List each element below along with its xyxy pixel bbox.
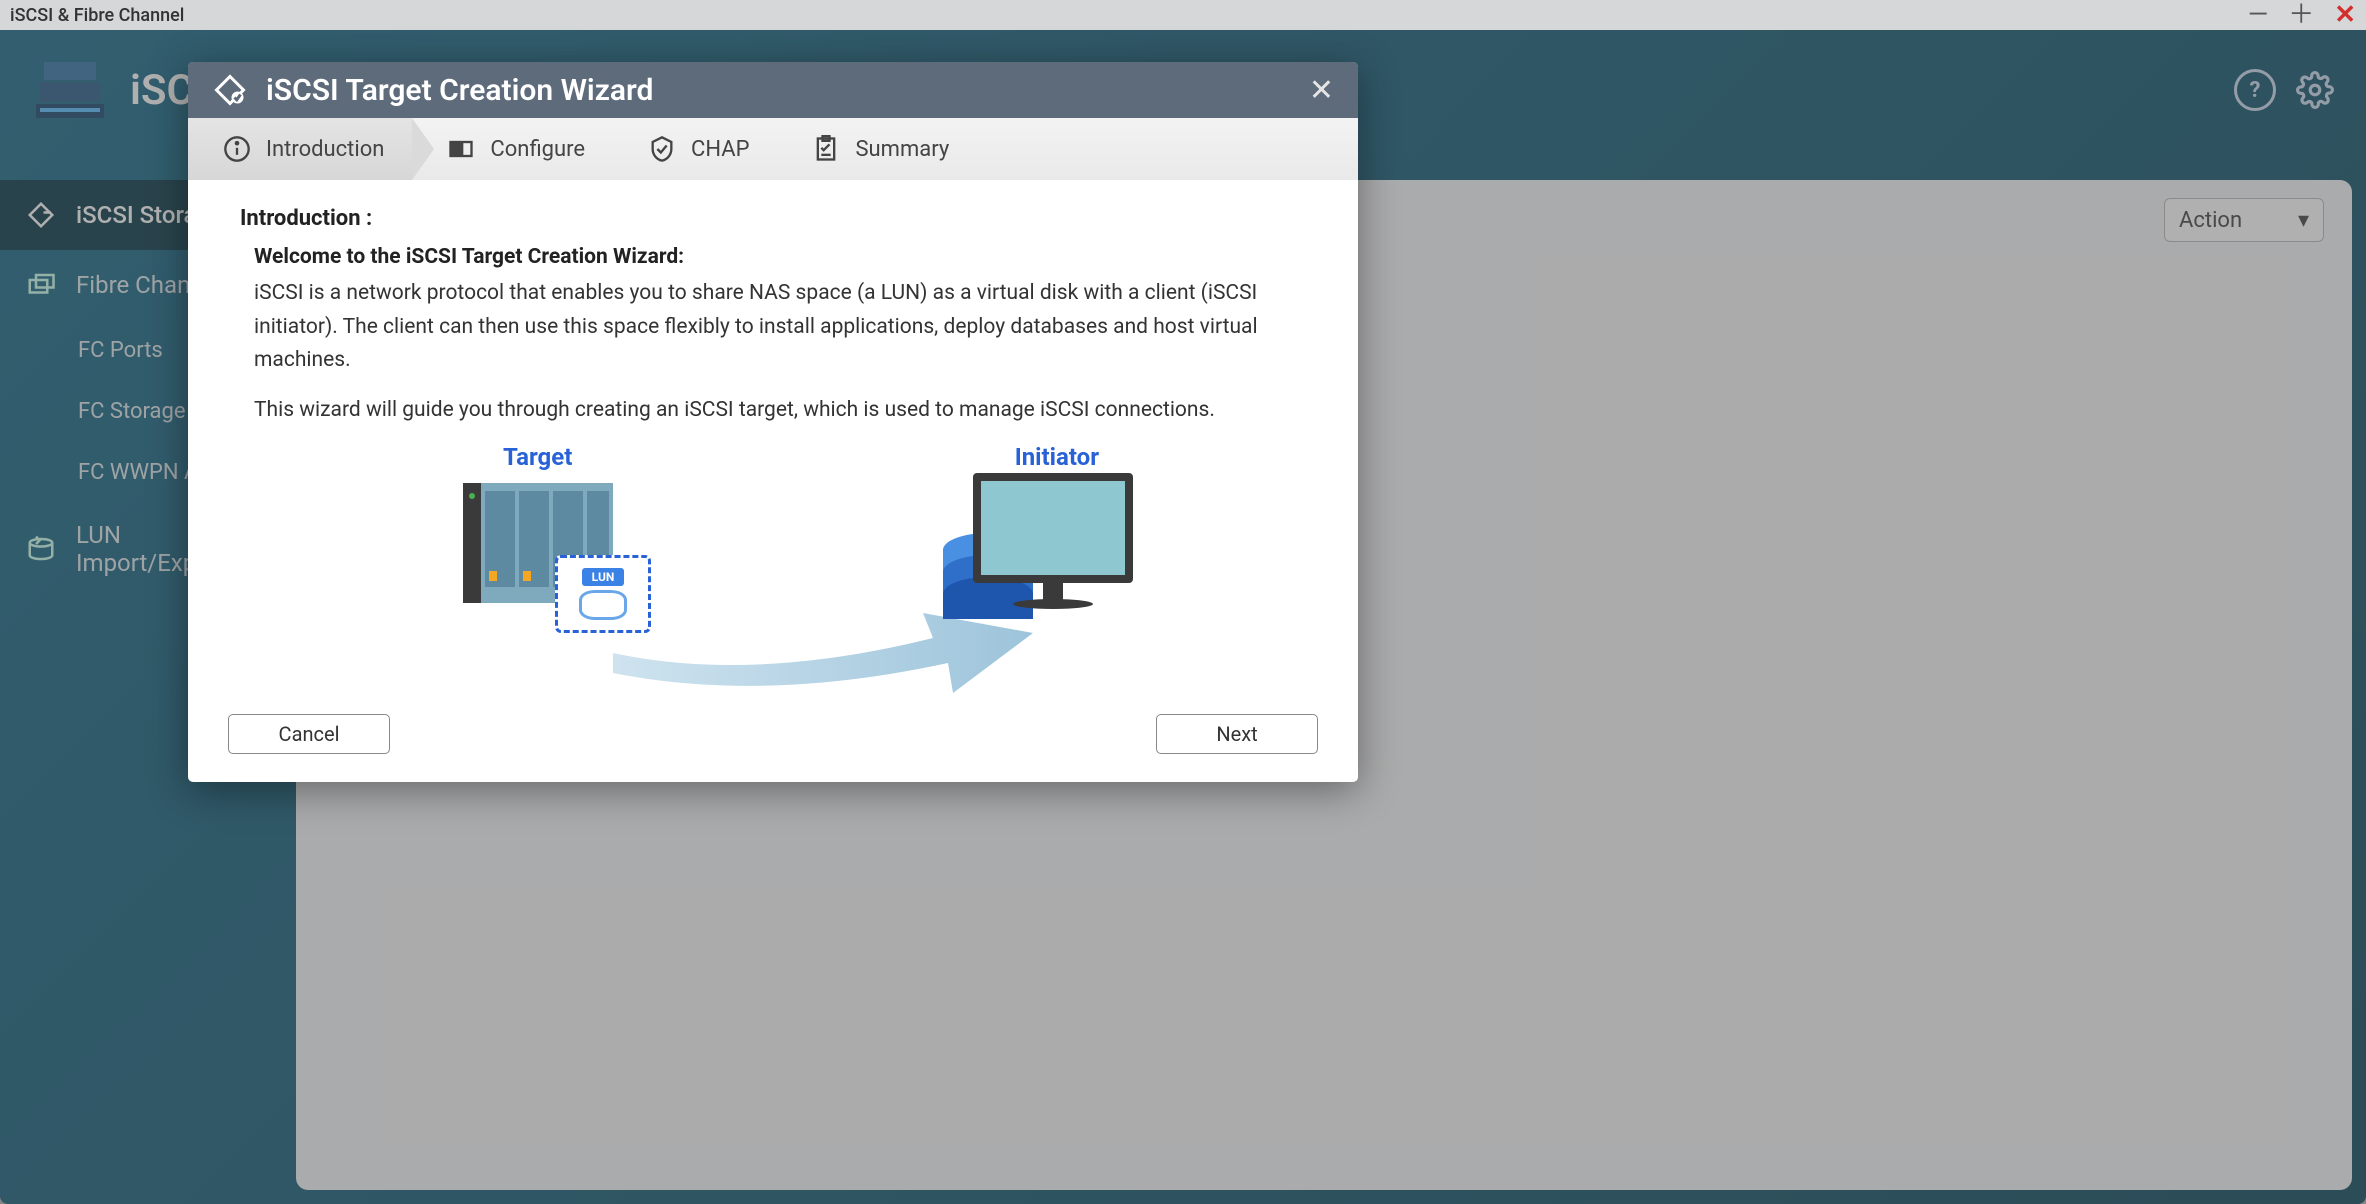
summary-icon xyxy=(811,134,841,164)
cancel-button[interactable]: Cancel xyxy=(228,714,390,754)
window-close-icon[interactable]: ✕ xyxy=(2334,2,2356,28)
modal-header: iSCSI Target Creation Wizard ✕ xyxy=(188,62,1358,118)
step-label: CHAP xyxy=(691,137,749,162)
step-configure[interactable]: Configure xyxy=(412,118,613,180)
intro-paragraph-1: iSCSI is a network protocol that enables… xyxy=(254,277,1306,378)
next-button[interactable]: Next xyxy=(1156,714,1318,754)
info-icon xyxy=(222,134,252,164)
step-label: Introduction xyxy=(266,137,384,162)
window-maximize-icon[interactable]: ＋ xyxy=(2288,2,2314,28)
app-body: iSCSI ? iSCSI Storage Fibre Channel FC P… xyxy=(0,30,2366,1204)
step-summary[interactable]: Summary xyxy=(777,118,977,180)
window-minimize-icon[interactable]: — xyxy=(2248,2,2268,28)
wizard-steps: Introduction Configure CHAP Summary xyxy=(188,118,1358,180)
modal-body: Introduction : Welcome to the iSCSI Targ… xyxy=(188,180,1358,704)
step-label: Summary xyxy=(855,137,949,162)
intro-paragraph-2: This wizard will guide you through creat… xyxy=(254,394,1306,428)
diagram-target-label: Target xyxy=(503,443,572,471)
configure-icon xyxy=(446,134,476,164)
step-introduction[interactable]: Introduction xyxy=(188,118,412,180)
modal-footer: Cancel Next xyxy=(188,704,1358,782)
wizard-icon xyxy=(212,72,248,108)
lun-label: LUN xyxy=(582,568,625,586)
monitor-icon xyxy=(963,473,1143,623)
step-label: Configure xyxy=(490,137,585,162)
intro-welcome: Welcome to the iSCSI Target Creation Wiz… xyxy=(254,245,1306,269)
step-chap[interactable]: CHAP xyxy=(613,118,777,180)
intro-heading: Introduction : xyxy=(240,206,1306,231)
modal-title: iSCSI Target Creation Wizard xyxy=(266,73,1291,108)
window-title: iSCSI & Fibre Channel xyxy=(10,5,184,26)
window-titlebar: iSCSI & Fibre Channel — ＋ ✕ xyxy=(0,0,2366,30)
wizard-modal: iSCSI Target Creation Wizard ✕ Introduct… xyxy=(188,62,1358,782)
iscsi-arrow-label: iSCSI xyxy=(753,631,850,659)
diagram-initiator-label: Initiator xyxy=(1015,443,1099,471)
window-controls: — ＋ ✕ xyxy=(2248,2,2356,28)
intro-diagram: Target Initiator LUN xyxy=(363,443,1183,703)
modal-close-icon[interactable]: ✕ xyxy=(1309,73,1334,108)
shield-icon xyxy=(647,134,677,164)
